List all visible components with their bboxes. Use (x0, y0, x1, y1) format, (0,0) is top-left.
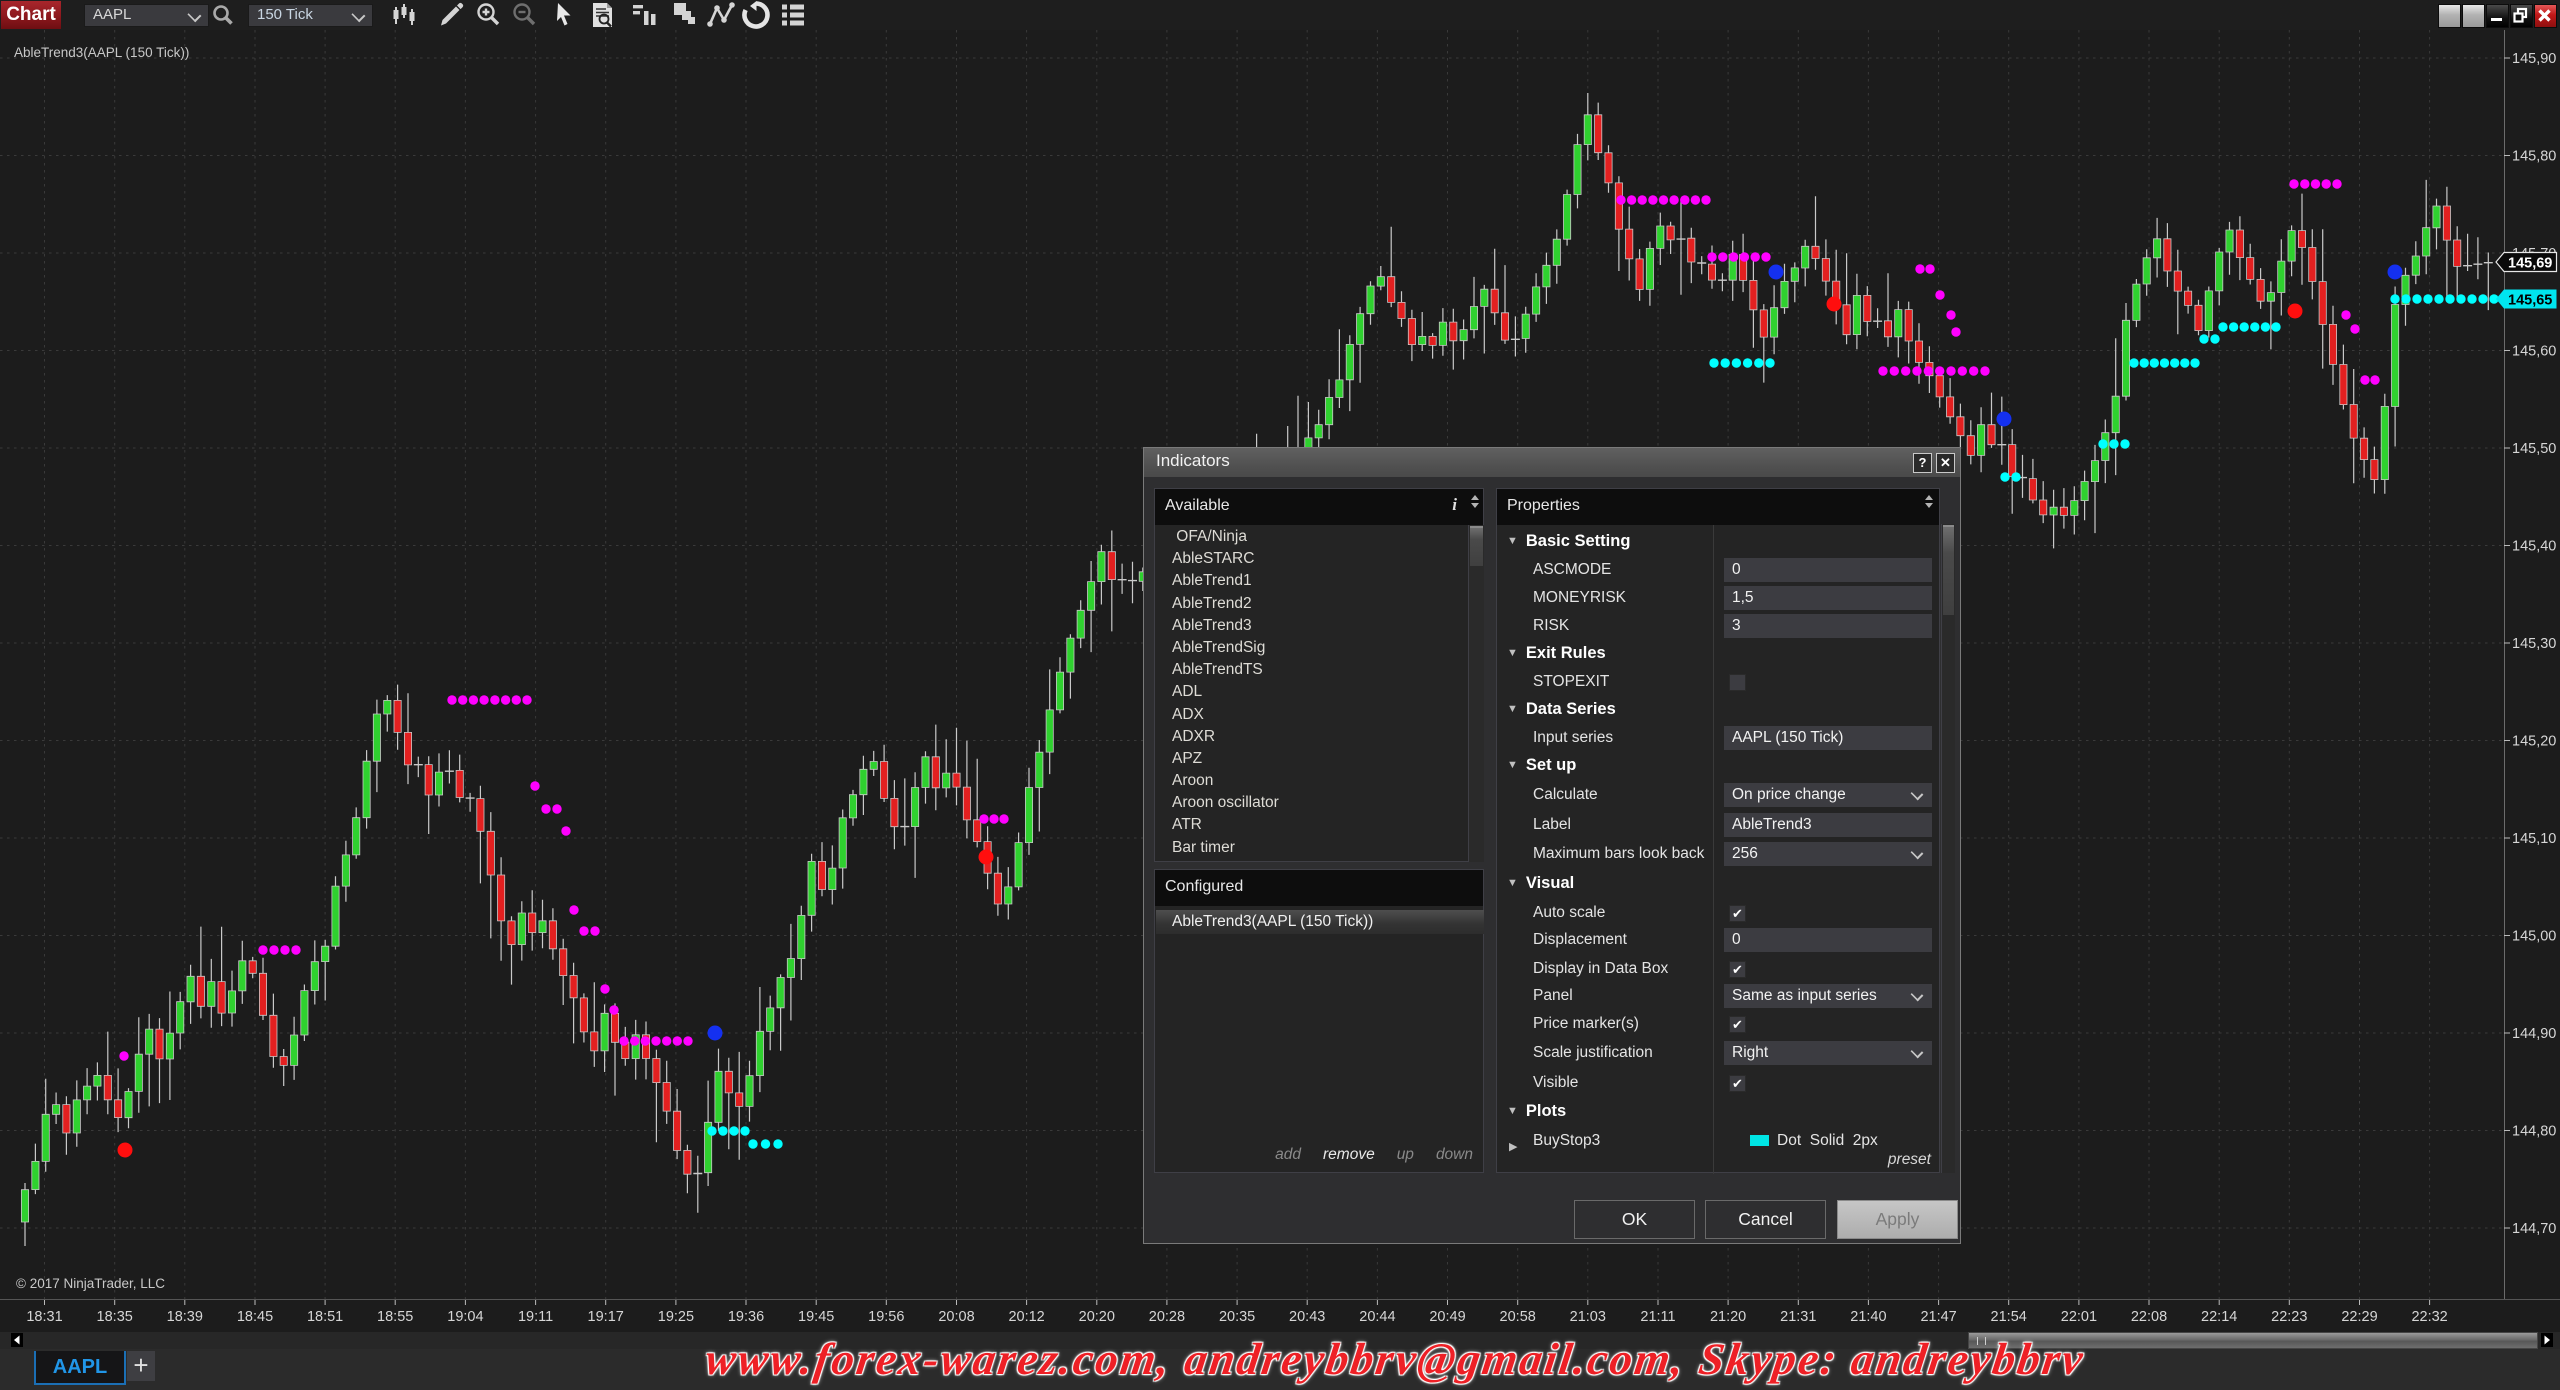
svg-text:18:39: 18:39 (167, 1309, 203, 1325)
svg-text:145,50: 145,50 (2512, 441, 2556, 457)
svg-text:145,69: 145,69 (2508, 256, 2552, 272)
svg-text:22:01: 22:01 (2061, 1309, 2097, 1325)
svg-text:20:28: 20:28 (1149, 1309, 1185, 1325)
svg-text:21:40: 21:40 (1850, 1309, 1886, 1325)
svg-text:20:43: 20:43 (1289, 1309, 1325, 1325)
svg-text:145,65: 145,65 (2508, 293, 2552, 309)
svg-text:145,30: 145,30 (2512, 636, 2556, 652)
svg-text:145,80: 145,80 (2512, 149, 2556, 165)
svg-text:20:49: 20:49 (1429, 1309, 1465, 1325)
svg-text:19:04: 19:04 (447, 1309, 483, 1325)
svg-text:19:17: 19:17 (588, 1309, 624, 1325)
svg-text:145,40: 145,40 (2512, 539, 2556, 555)
svg-text:AbleTrend3(AAPL (150 Tick)): AbleTrend3(AAPL (150 Tick)) (14, 45, 189, 60)
svg-text:18:35: 18:35 (97, 1309, 133, 1325)
svg-text:18:31: 18:31 (26, 1309, 62, 1325)
svg-text:20:35: 20:35 (1219, 1309, 1255, 1325)
svg-text:21:03: 21:03 (1570, 1309, 1606, 1325)
svg-text:19:36: 19:36 (728, 1309, 764, 1325)
svg-text:21:54: 21:54 (1991, 1309, 2027, 1325)
svg-text:19:25: 19:25 (658, 1309, 694, 1325)
svg-text:22:29: 22:29 (2341, 1309, 2377, 1325)
svg-text:144,70: 144,70 (2512, 1221, 2556, 1237)
svg-text:19:56: 19:56 (868, 1309, 904, 1325)
svg-text:22:08: 22:08 (2131, 1309, 2167, 1325)
svg-text:18:51: 18:51 (307, 1309, 343, 1325)
svg-text:144,90: 144,90 (2512, 1026, 2556, 1042)
svg-text:20:20: 20:20 (1079, 1309, 1115, 1325)
svg-text:145,10: 145,10 (2512, 831, 2556, 847)
svg-text:21:31: 21:31 (1780, 1309, 1816, 1325)
svg-text:144,80: 144,80 (2512, 1124, 2556, 1140)
svg-text:19:45: 19:45 (798, 1309, 834, 1325)
svg-text:22:14: 22:14 (2201, 1309, 2237, 1325)
svg-text:145,90: 145,90 (2512, 51, 2556, 67)
svg-text:© 2017 NinjaTrader, LLC: © 2017 NinjaTrader, LLC (16, 1276, 165, 1291)
svg-text:22:32: 22:32 (2411, 1309, 2447, 1325)
svg-text:18:55: 18:55 (377, 1309, 413, 1325)
svg-text:22:23: 22:23 (2271, 1309, 2307, 1325)
svg-text:21:47: 21:47 (1920, 1309, 1956, 1325)
svg-text:20:08: 20:08 (938, 1309, 974, 1325)
svg-text:145,20: 145,20 (2512, 734, 2556, 750)
svg-text:145,60: 145,60 (2512, 344, 2556, 360)
svg-text:19:11: 19:11 (518, 1309, 553, 1325)
svg-text:20:58: 20:58 (1500, 1309, 1536, 1325)
svg-text:21:20: 21:20 (1710, 1309, 1746, 1325)
svg-text:20:12: 20:12 (1008, 1309, 1044, 1325)
svg-text:21:11: 21:11 (1640, 1309, 1675, 1325)
svg-text:145,00: 145,00 (2512, 929, 2556, 945)
svg-text:20:44: 20:44 (1359, 1309, 1395, 1325)
svg-text:18:45: 18:45 (237, 1309, 273, 1325)
